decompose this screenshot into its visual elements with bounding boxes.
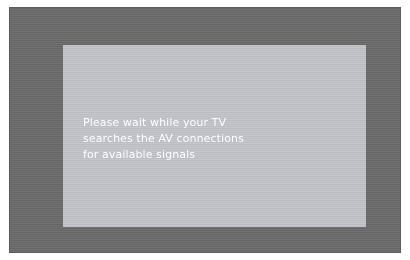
status-message-line: for available signals	[83, 148, 196, 161]
status-message-line: searches the AV connections	[83, 132, 244, 145]
tv-screen: Please wait while your TV searches the A…	[9, 7, 401, 253]
status-message: Please wait while your TV searches the A…	[83, 115, 353, 163]
search-dialog: Please wait while your TV searches the A…	[63, 45, 366, 227]
status-message-line: Please wait while your TV	[83, 116, 227, 129]
